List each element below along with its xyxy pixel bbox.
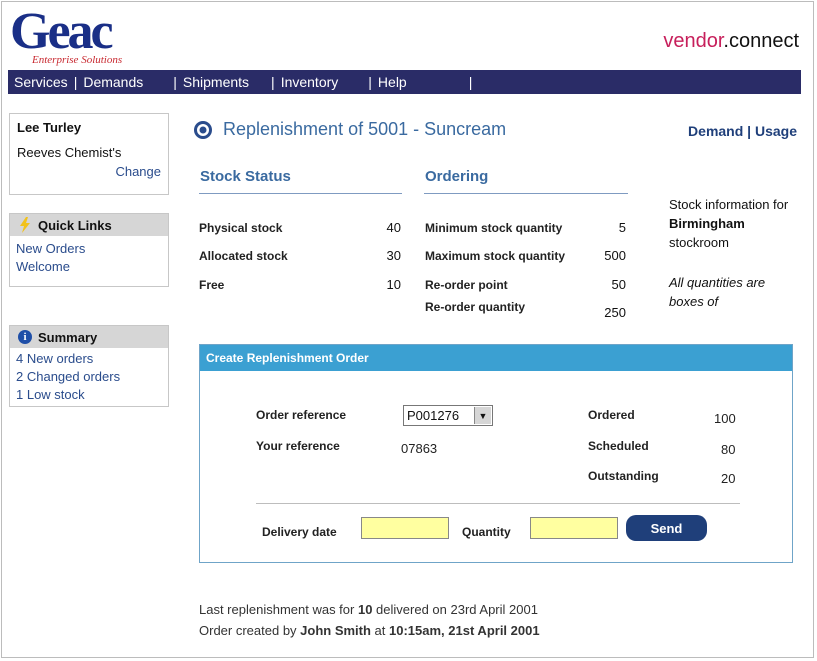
change-link[interactable]: Change: [17, 164, 161, 179]
send-button[interactable]: Send: [626, 515, 707, 541]
min-stock-label: Minimum stock quantity: [425, 221, 563, 235]
create-order-header: Create Replenishment Order: [200, 345, 792, 371]
nav-help[interactable]: Help: [372, 74, 469, 90]
quick-links-panel: Quick Links New Orders Welcome: [9, 213, 169, 287]
stock-info-note: Stock information for Birmingham stockro…: [669, 197, 789, 250]
ordered-value: 100: [714, 411, 736, 426]
max-stock-value: 500: [604, 248, 626, 263]
stock-status-heading: Stock Status: [200, 168, 291, 185]
quantity-note: All quantities are boxes of: [669, 275, 766, 309]
product-name: vendor.connect: [663, 30, 799, 52]
free-stock-label: Free: [199, 278, 225, 292]
order-reference-label: Order reference: [256, 408, 347, 422]
stock-status-rule: [199, 193, 402, 194]
reorder-point-label: Re-order point: [425, 278, 508, 292]
order-divider: [256, 503, 740, 504]
nav-services[interactable]: Services: [8, 74, 74, 90]
summary-changed-orders[interactable]: 2 Changed orders: [16, 368, 162, 386]
user-store: Reeves Chemist's: [17, 145, 122, 160]
quick-link-welcome[interactable]: Welcome: [16, 258, 162, 276]
outstanding-value: 20: [721, 471, 736, 486]
nav-inventory[interactable]: Inventory: [275, 74, 369, 90]
summary-header: i Summary: [10, 326, 168, 348]
reorder-qty-value: 250: [604, 305, 626, 320]
your-reference-label: Your reference: [256, 439, 340, 453]
logo-subtitle: Enterprise Solutions: [32, 54, 123, 66]
scheduled-label: Scheduled: [588, 439, 649, 453]
create-order-panel: Create Replenishment Order Order referen…: [199, 344, 793, 563]
delivery-date-label: Delivery date: [262, 525, 337, 539]
allocated-stock-label: Allocated stock: [199, 249, 288, 263]
order-created-text: Order created by John Smith at 10:15am, …: [199, 623, 540, 638]
user-panel: Lee Turley Reeves Chemist's Change: [9, 113, 169, 195]
free-stock-value: 10: [386, 277, 401, 292]
main-nav: Services | Demands | Shipments | Invento…: [8, 70, 801, 94]
geac-logo: Geac Enterprise Solutions: [10, 3, 150, 68]
logo-text: Geac: [10, 3, 114, 60]
page-title: Replenishment of 5001 - Suncream: [223, 119, 507, 139]
reorder-qty-label: Re-order quantity: [425, 300, 526, 314]
quick-link-new-orders[interactable]: New Orders: [16, 240, 162, 258]
page-title-area: Replenishment of 5001 - Suncream: [193, 119, 506, 140]
quantity-label: Quantity: [462, 525, 511, 539]
quantity-input[interactable]: [530, 517, 618, 539]
order-reference-select[interactable]: P001276 ▼: [403, 405, 493, 426]
physical-stock-value: 40: [386, 220, 401, 235]
ordered-label: Ordered: [588, 408, 635, 422]
nav-demands[interactable]: Demands: [77, 74, 173, 90]
your-reference-value: 07863: [401, 441, 438, 456]
delivery-date-input[interactable]: [361, 517, 449, 539]
allocated-stock-value: 30: [386, 248, 401, 263]
ordering-heading: Ordering: [425, 168, 489, 185]
ordering-rule: [424, 193, 628, 194]
info-icon: i: [18, 330, 32, 344]
chevron-down-icon[interactable]: ▼: [474, 407, 491, 424]
lightning-icon: [20, 217, 30, 233]
scheduled-value: 80: [721, 442, 736, 457]
demand-usage-links[interactable]: Demand | Usage: [688, 123, 797, 139]
outstanding-label: Outstanding: [588, 469, 659, 483]
max-stock-label: Maximum stock quantity: [425, 249, 566, 263]
summary-panel: i Summary 4 New orders 2 Changed orders …: [9, 325, 169, 407]
nav-separator: |: [468, 74, 473, 90]
physical-stock-label: Physical stock: [199, 221, 283, 235]
min-stock-value: 5: [618, 220, 626, 235]
replenishment-icon: [194, 120, 212, 139]
summary-new-orders[interactable]: 4 New orders: [16, 350, 162, 368]
quick-links-header: Quick Links: [10, 214, 168, 236]
reorder-point-value: 50: [611, 277, 626, 292]
last-replenishment-text: Last replenishment was for 10 delivered …: [199, 602, 538, 617]
summary-low-stock[interactable]: 1 Low stock: [16, 386, 162, 404]
nav-shipments[interactable]: Shipments: [177, 74, 271, 90]
user-name: Lee Turley: [17, 120, 82, 135]
